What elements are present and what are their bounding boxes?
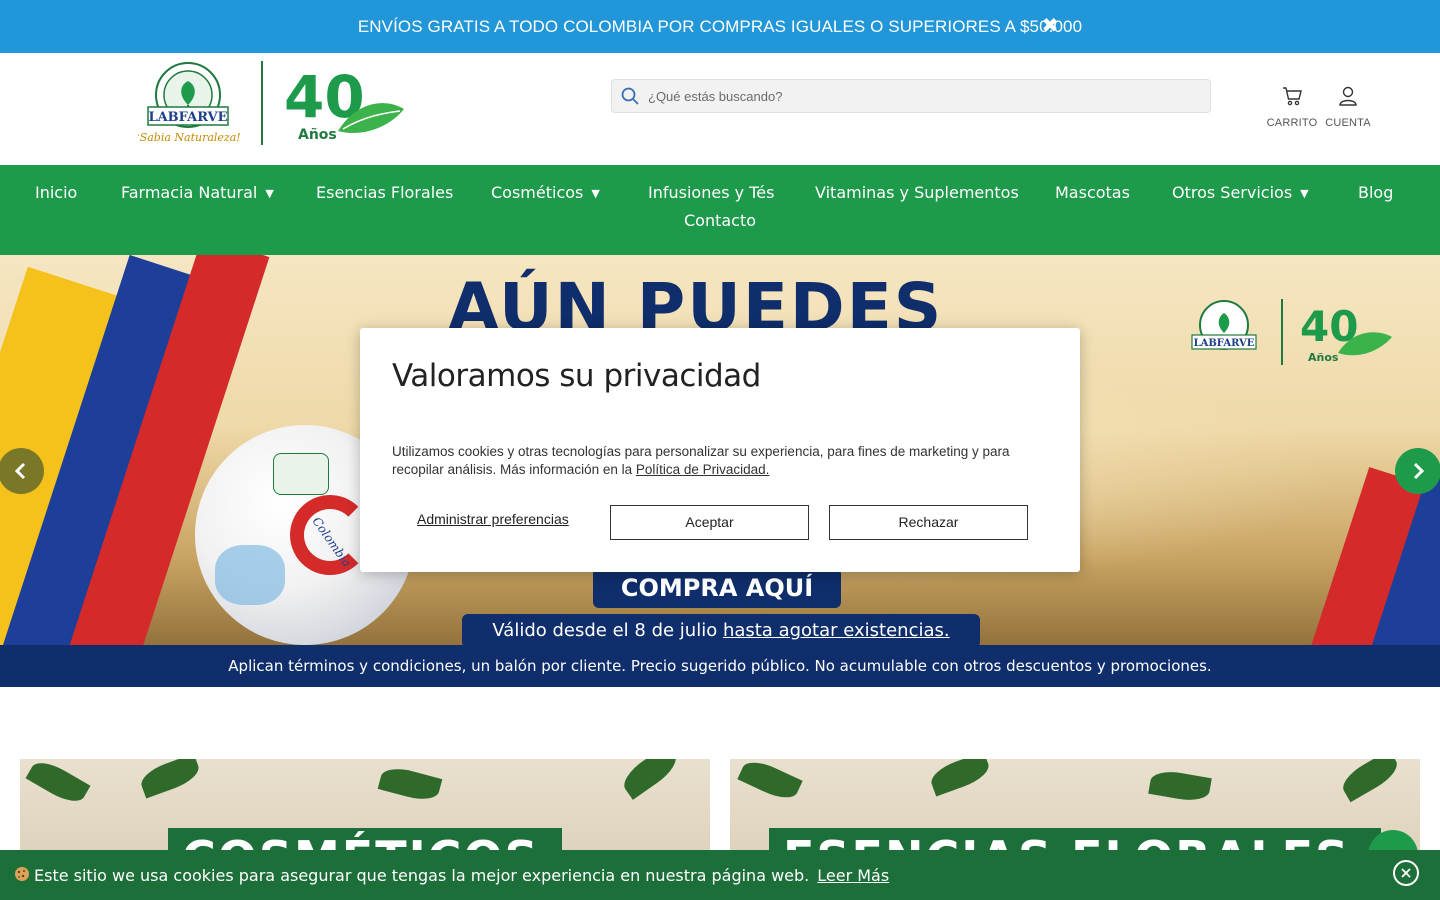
close-icon (1401, 868, 1411, 878)
nav-item-inicio[interactable]: Inicio (35, 183, 77, 202)
modal-body: Utilizamos cookies y otras tecnologías p… (392, 443, 1052, 479)
search-icon (621, 87, 639, 105)
brand-logo[interactable]: LABFARVE ¡Sabia Naturaleza! 40 Años (135, 59, 408, 149)
cart-icon (1283, 87, 1302, 106)
cookie-consent-modal: Valoramos su privacidad Utilizamos cooki… (360, 328, 1080, 572)
carousel-prev-button[interactable] (0, 448, 44, 494)
cookie-notice-text: Este sitio we usa cookies para asegurar … (34, 865, 810, 885)
nav-label: Esencias Florales (316, 183, 454, 202)
nav-item-blog[interactable]: Blog (1358, 183, 1393, 202)
account-label: CUENTA (1325, 117, 1371, 129)
nav-label: Cosméticos (491, 183, 584, 202)
reject-button[interactable]: Rechazar (829, 505, 1028, 540)
caret-down-icon: ▼ (1300, 187, 1309, 200)
cookie-notice-bar: Este sitio we usa cookies para asegurar … (0, 850, 1440, 900)
main-nav: Inicio Farmacia Natural ▼ Esencias Floral… (0, 165, 1440, 255)
search-input[interactable] (640, 80, 1210, 112)
chevron-left-icon (14, 462, 26, 480)
leaf-decoration (25, 759, 91, 809)
leaf-decoration (137, 759, 203, 799)
hero-terms: Aplican términos y condiciones, un balón… (0, 645, 1440, 687)
nav-label: Vitaminas y Suplementos (815, 183, 1019, 202)
carousel-next-button[interactable] (1395, 448, 1440, 494)
ball-patch-blue (215, 545, 285, 605)
hero-validity-link[interactable]: hasta agotar existencias. (723, 620, 950, 641)
hero-cta-button[interactable]: COMPRA AQUÍ (593, 568, 841, 608)
nav-label: Inicio (35, 183, 78, 202)
nav-item-farmacia-natural[interactable]: Farmacia Natural ▼ (121, 183, 274, 202)
nav-label: Mascotas (1055, 183, 1130, 202)
manage-preferences-button[interactable]: Administrar preferencias (417, 511, 569, 527)
nav-item-cosmeticos[interactable]: Cosméticos ▼ (491, 183, 600, 202)
leaf-decoration (737, 759, 803, 805)
nav-label: Blog (1358, 183, 1394, 202)
nav-item-infusiones[interactable]: Infusiones y Tés (648, 183, 774, 202)
logo-tagline: ¡Sabia Naturaleza! (138, 131, 241, 144)
cart-label: CARRITO (1266, 117, 1318, 129)
search-bar[interactable] (611, 79, 1211, 113)
caret-down-icon: ▼ (265, 187, 274, 200)
hero-validity-prefix: Válido desde el 8 de julio (492, 620, 723, 641)
anniversary-label: Años (298, 127, 337, 143)
user-icon (1339, 86, 1357, 106)
read-more-link[interactable]: Leer Más (817, 866, 889, 885)
logo-text: LABFARVE (148, 110, 227, 125)
modal-title: Valoramos su privacidad (392, 358, 761, 394)
close-icon[interactable]: ✖ (1040, 14, 1060, 36)
leaf-decoration (617, 759, 683, 800)
announcement-bar: ENVÍOS GRATIS A TODO COLOMBIA POR COMPRA… (0, 0, 1440, 53)
nav-label: Farmacia Natural (121, 183, 258, 202)
nav-item-mascotas[interactable]: Mascotas (1055, 183, 1130, 202)
nav-item-otros-servicios[interactable]: Otros Servicios ▼ (1172, 183, 1309, 202)
nav-label: Otros Servicios (1172, 183, 1293, 202)
nav-label: Contacto (684, 211, 757, 230)
nav-item-vitaminas[interactable]: Vitaminas y Suplementos (815, 183, 1019, 202)
ball-patch-logo (273, 453, 329, 495)
nav-item-esencias-florales[interactable]: Esencias Florales (316, 183, 453, 202)
cart-button[interactable]: CARRITO (1264, 85, 1320, 129)
announcement-text: ENVÍOS GRATIS A TODO COLOMBIA POR COMPRA… (357, 16, 1083, 36)
cookie-bar-close-button[interactable] (1393, 860, 1419, 886)
account-button[interactable]: CUENTA (1320, 85, 1376, 129)
nav-item-contacto[interactable]: Contacto (684, 211, 756, 230)
privacy-policy-link[interactable]: Política de Privacidad. (636, 462, 770, 477)
cookie-icon (15, 867, 29, 881)
caret-down-icon: ▼ (591, 187, 600, 200)
hero-logo-text: LABFARVE (1194, 338, 1255, 349)
hero-anniversary-label: Años (1308, 351, 1339, 364)
leaf-decoration (377, 763, 443, 805)
leaf-decoration (1148, 767, 1212, 805)
site-header: LABFARVE ¡Sabia Naturaleza! 40 Años CARR… (0, 53, 1440, 165)
hero-validity: Válido desde el 8 de julio hasta agotar … (462, 614, 980, 648)
chevron-right-icon (1413, 462, 1425, 480)
accept-button[interactable]: Aceptar (610, 505, 809, 540)
nav-label: Infusiones y Tés (648, 183, 775, 202)
hero-logo: LABFARVE 40 Años (1191, 299, 1392, 365)
leaf-decoration (1337, 759, 1403, 803)
leaf-decoration (927, 759, 993, 797)
